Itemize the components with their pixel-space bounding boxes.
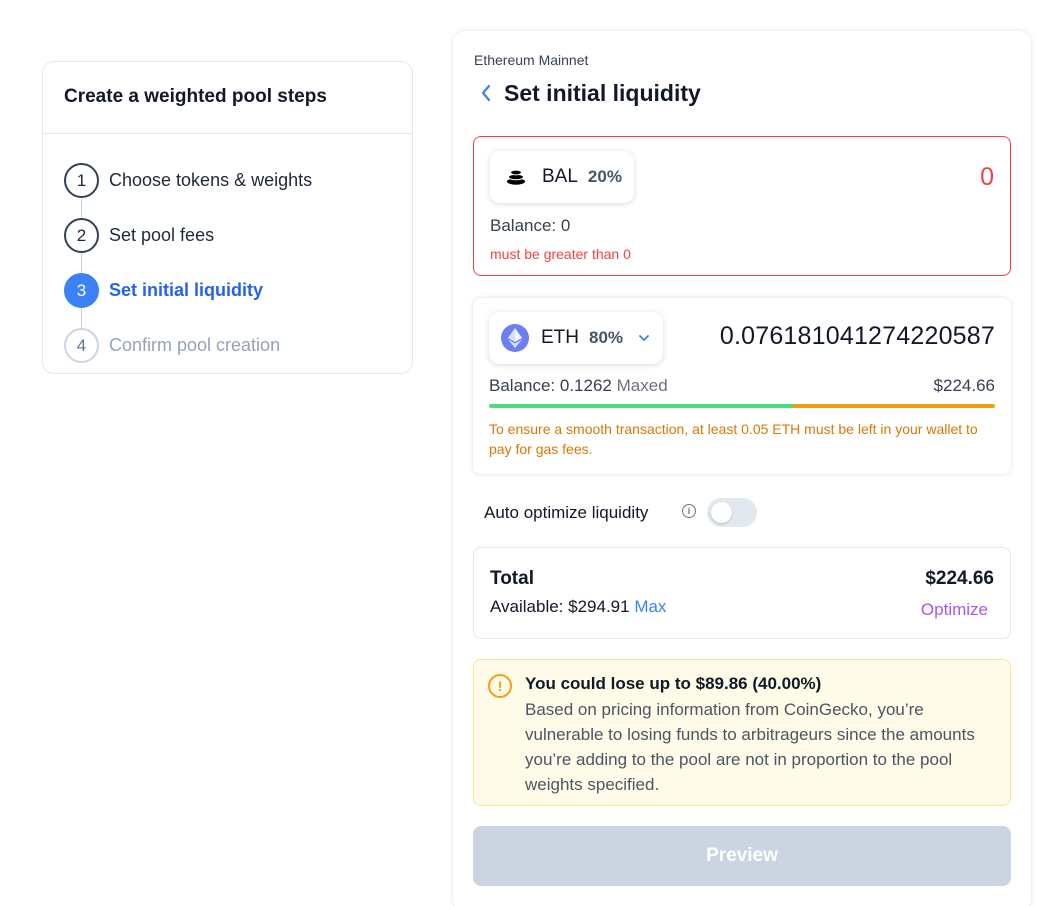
bal-balance-label: Balance: 0: [490, 216, 571, 235]
page-title: Set initial liquidity: [504, 80, 701, 106]
chevron-down-icon: [639, 335, 649, 341]
step-label: Set pool fees: [109, 225, 215, 245]
step-number-circle: 1: [64, 163, 99, 198]
auto-optimize-toggle[interactable]: [707, 498, 757, 527]
token-weight: 80%: [589, 328, 624, 347]
step-choose-tokens[interactable]: 1 Choose tokens & weights: [64, 153, 412, 208]
preview-button[interactable]: Preview: [473, 826, 1011, 886]
total-value: $224.66: [925, 568, 994, 589]
price-impact-warning: ! You could lose up to $89.86 (40.00%) B…: [473, 659, 1011, 806]
step-label: Set initial liquidity: [109, 280, 264, 300]
step-number-circle: 4: [64, 328, 99, 363]
optimize-button[interactable]: Optimize: [921, 600, 988, 620]
eth-amount-input[interactable]: 0.076181041274220587: [720, 322, 995, 351]
available-balance: Available: $294.91 Max: [490, 597, 666, 617]
total-label: Total: [490, 568, 534, 589]
eth-usd-value: $224.66: [933, 376, 995, 395]
eth-token-icon: [501, 324, 529, 352]
eth-token-input-box: ETH 80% 0.076181041274220587 Balance: 0.…: [473, 298, 1011, 474]
eth-balance-value: Balance: 0.1262: [489, 376, 612, 395]
eth-token-select[interactable]: ETH 80%: [489, 312, 664, 364]
steps-list: 1 Choose tokens & weights 2 Set pool fee…: [43, 134, 412, 373]
auto-optimize-label: Auto optimize liquidity: [484, 503, 649, 522]
balance-progress-fill: [489, 404, 793, 408]
back-chevron-icon[interactable]: [477, 79, 495, 107]
maxed-label: Maxed: [616, 376, 668, 395]
bal-token-select[interactable]: BAL 20%: [490, 151, 634, 203]
step-label: Choose tokens & weights: [109, 170, 313, 190]
token-symbol: ETH: [541, 327, 579, 348]
warning-title: You could lose up to $89.86 (40.00%): [525, 674, 822, 693]
toggle-knob: [711, 502, 732, 523]
balance-progress-bar: [489, 404, 995, 408]
step-number-circle: 2: [64, 218, 99, 253]
available-label: Available: $294.91: [490, 597, 630, 616]
max-button[interactable]: Max: [634, 597, 666, 616]
network-label: Ethereum Mainnet: [474, 52, 589, 68]
step-set-initial-liquidity[interactable]: 3 Set initial liquidity: [64, 263, 412, 318]
pool-steps-card: Create a weighted pool steps 1 Choose to…: [42, 61, 413, 374]
warning-body: Based on pricing information from CoinGe…: [525, 700, 975, 794]
bal-error-message: must be greater than 0: [490, 246, 631, 262]
bal-amount-input[interactable]: 0: [980, 163, 994, 192]
step-set-pool-fees[interactable]: 2 Set pool fees: [64, 208, 412, 263]
info-icon[interactable]: i: [682, 504, 696, 518]
token-symbol: BAL: [542, 166, 578, 187]
total-summary-box: Total $224.66 Available: $294.91 Max Opt…: [473, 547, 1011, 639]
step-confirm-pool-creation: 4 Confirm pool creation: [64, 318, 412, 373]
warning-icon: !: [488, 674, 512, 698]
steps-title: Create a weighted pool steps: [43, 62, 412, 134]
initial-liquidity-panel: Ethereum Mainnet Set initial liquidity B…: [453, 31, 1031, 906]
bal-token-input-box: BAL 20% 0 Balance: 0 must be greater tha…: [473, 136, 1011, 276]
eth-balance-label: Balance: 0.1262 Maxed: [489, 376, 668, 396]
gas-fee-warning: To ensure a smooth transaction, at least…: [489, 421, 978, 457]
bal-token-icon: [502, 163, 530, 191]
step-number-circle: 3: [64, 273, 99, 308]
token-weight: 20%: [587, 167, 622, 186]
step-label: Confirm pool creation: [109, 335, 281, 355]
